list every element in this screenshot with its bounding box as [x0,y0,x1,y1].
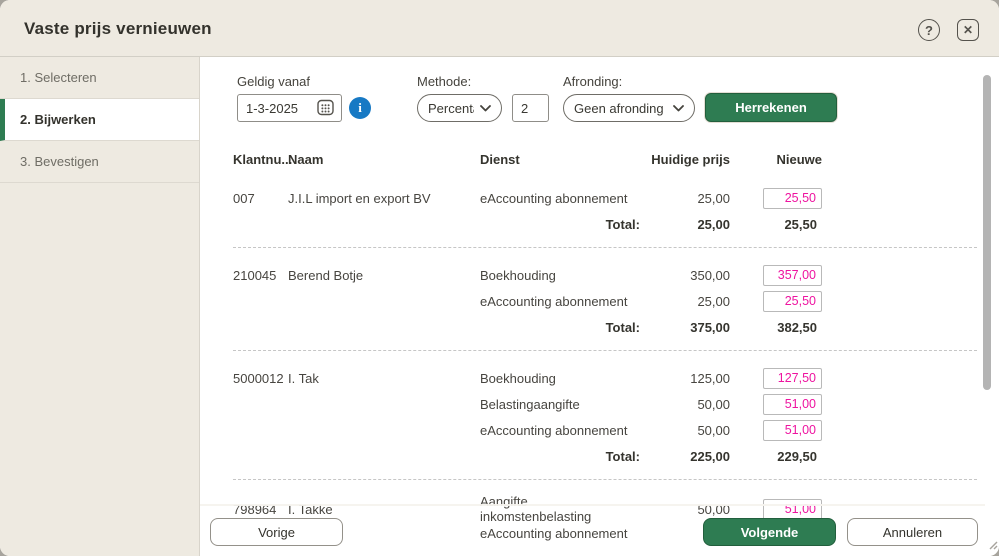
total-new-cell: 382,50 [777,320,822,335]
header-current-price: Huidige prijs [640,152,730,167]
service-row: eAccounting abonnement 50,00 [233,417,977,443]
service-row: Belastingaangifte 50,00 [233,391,977,417]
resize-handle-icon[interactable] [987,537,998,555]
table-header-row: Klantnu... Naam Dienst Huidige prijs Nie… [233,147,977,171]
next-button[interactable]: Volgende [703,518,836,546]
rounding-label: Afronding: [563,74,622,89]
service-row: 210045 Berend Botje Boekhouding 350,00 [233,262,977,288]
help-icon[interactable]: ? [918,19,940,41]
step-selecteren[interactable]: 1. Selecteren [0,57,199,99]
new-price-input[interactable] [763,499,822,520]
customer-number-cell: 5000012 [233,371,288,386]
method-select[interactable]: Percentage [417,94,502,122]
dialog-title: Vaste prijs vernieuwen [24,19,212,39]
current-price-cell: 125,00 [640,371,730,386]
total-current-cell: 225,00 [640,449,730,464]
method-selected-value: Percentage [428,101,474,116]
step-bevestigen[interactable]: 3. Bevestigen [0,141,199,183]
total-label: Total: [480,217,640,232]
total-current-cell: 375,00 [640,320,730,335]
service-row: 007 J.I.L import en export BV eAccountin… [233,185,977,211]
service-name-cell: eAccounting abonnement [480,526,640,541]
method-amount-input[interactable] [512,94,549,122]
service-name-cell: Boekhouding [480,268,640,283]
service-row: 798964 I. Takke Aangifte inkomstenbelast… [233,494,977,520]
header-customer-number: Klantnu... [233,152,288,167]
dialog-header: Vaste prijs vernieuwen ? ✕ [0,0,999,57]
method-label: Methode: [417,74,471,89]
customer-name-cell: I. Tak [288,371,480,386]
customer-number-cell: 210045 [233,268,288,283]
total-row: Total: 25,00 25,50 [233,211,977,237]
total-row: Total: 225,00 229,50 [233,443,977,469]
recalculate-button[interactable]: Herrekenen [705,93,837,122]
current-price-cell: 25,00 [640,191,730,206]
current-price-cell: 25,00 [640,294,730,309]
new-price-input[interactable] [763,420,822,441]
customer-group: 007 J.I.L import en export BV eAccountin… [233,171,977,248]
header-service: Dienst [480,152,640,167]
price-table: Klantnu... Naam Dienst Huidige prijs Nie… [233,147,977,556]
rounding-select[interactable]: Geen afronding [563,94,695,122]
wizard-steps-sidebar: 1. Selecteren 2. Bijwerken 3. Bevestigen [0,57,200,556]
vertical-scrollbar-thumb[interactable] [983,75,991,390]
customer-name-cell: J.I.L import en export BV [288,191,480,206]
service-name-cell: eAccounting abonnement [480,191,640,206]
total-label: Total: [480,320,640,335]
total-label: Total: [480,449,640,464]
chevron-down-icon [480,105,491,112]
service-name-cell: Boekhouding [480,371,640,386]
total-new-cell: 25,50 [784,217,822,232]
current-price-cell: 350,00 [640,268,730,283]
current-price-cell: 50,00 [640,502,730,517]
renew-fixed-price-dialog: Vaste prijs vernieuwen ? ✕ 1. Selecteren… [0,0,999,556]
main-content: Geldig vanaf i Methode: Percentage Afron… [200,57,999,556]
total-row: Total: 375,00 382,50 [233,314,977,340]
service-name-cell: Aangifte inkomstenbelasting [480,494,640,524]
rounding-selected-value: Geen afronding [574,101,667,116]
total-new-cell: 229,50 [777,449,822,464]
service-name-cell: eAccounting abonnement [480,423,640,438]
chevron-down-icon [673,105,684,112]
new-price-input[interactable] [763,291,822,312]
cancel-button[interactable]: Annuleren [847,518,978,546]
new-price-input[interactable] [763,368,822,389]
customer-group: 5000012 I. Tak Boekhouding 125,00 Belast… [233,351,977,480]
step-bijwerken[interactable]: 2. Bijwerken [0,99,199,141]
valid-from-label: Geldig vanaf [237,74,310,89]
new-price-input[interactable] [763,394,822,415]
service-name-cell: eAccounting abonnement [480,294,640,309]
info-icon[interactable]: i [349,97,371,119]
customer-number-cell: 007 [233,191,288,206]
header-name: Naam [288,152,480,167]
previous-button[interactable]: Vorige [210,518,343,546]
customer-group: 210045 Berend Botje Boekhouding 350,00 e… [233,248,977,351]
service-row: 5000012 I. Tak Boekhouding 125,00 [233,365,977,391]
customer-name-cell: I. Takke [288,502,480,517]
customer-number-cell: 798964 [233,502,288,517]
new-price-input[interactable] [763,265,822,286]
current-price-cell: 50,00 [640,423,730,438]
close-icon[interactable]: ✕ [957,19,979,41]
header-new-price: Nieuwe [730,152,822,167]
total-current-cell: 25,00 [640,217,730,232]
new-price-input[interactable] [763,188,822,209]
service-row: eAccounting abonnement 25,00 [233,288,977,314]
customer-name-cell: Berend Botje [288,268,480,283]
current-price-cell: 50,00 [640,397,730,412]
service-name-cell: Belastingaangifte [480,397,640,412]
